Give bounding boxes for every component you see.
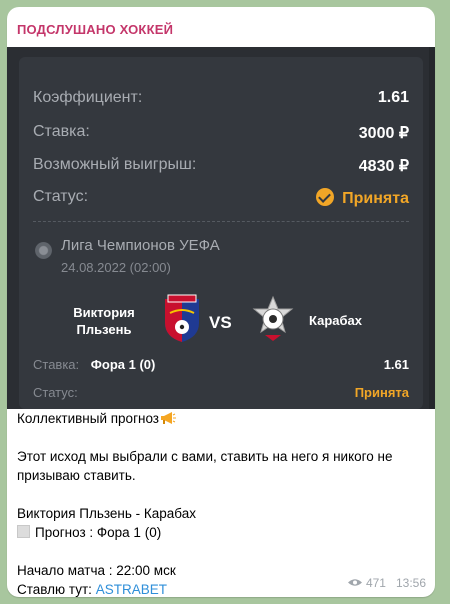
bet-odd: 1.61: [383, 357, 409, 372]
text-line-4: Виктория Пльзень - Карабах: [17, 506, 196, 521]
payout-value: 4830 ₽: [358, 158, 409, 175]
channel-name[interactable]: ПОДСЛУШАНО ХОККЕЙ: [17, 22, 173, 37]
team1-name: Виктория Пльзень: [73, 305, 135, 337]
text-line-5: Прогноз : Фора 1 (0): [35, 525, 162, 540]
text-gap: [17, 428, 427, 447]
astrabet-link[interactable]: ASTRABET: [96, 582, 167, 597]
bet-value: Фора 1 (0): [90, 357, 156, 372]
bet-status-value: Принята: [354, 385, 409, 400]
eye-icon: [347, 579, 362, 586]
viktoria-plzen-crest-icon: [165, 294, 199, 342]
views-count: 471: [365, 576, 386, 590]
image-edge: [429, 47, 435, 409]
payout-label: Возможный выигрыш:: [33, 156, 197, 173]
bet-status-label: Статус:: [33, 385, 78, 400]
text-line-1: Коллективный прогноз: [17, 411, 159, 426]
bet-row: Ставка: Фора 1 (0) 1.61: [33, 357, 409, 377]
odds-label: Коэффициент:: [33, 89, 143, 106]
stake-label: Ставка:: [33, 123, 90, 140]
text-line-7-prefix: Ставлю тут:: [17, 582, 96, 597]
qarabag-crest-icon: [252, 295, 294, 341]
text-line: Коллективный прогноз: [17, 409, 427, 428]
stake-row: Ставка: 3000 ₽: [33, 123, 409, 145]
match-date: 24.08.2022 (02:00): [61, 260, 171, 275]
vs-label: VS: [209, 313, 232, 332]
message-bubble[interactable]: ПОДСЛУШАНО ХОККЕЙ Коэффициент: 1.61 Став…: [7, 7, 435, 597]
bet-slip-image[interactable]: Коэффициент: 1.61 Ставка: 3000 ₽ Возможн…: [7, 47, 435, 409]
text-gap: [17, 485, 427, 504]
message-meta: 471 13:56: [347, 576, 426, 590]
bet-status-row: Статус: Принята: [33, 385, 409, 405]
megaphone-icon: [161, 412, 176, 424]
text-line-2: Этот исход мы выбрали с вами, ставить на…: [17, 449, 393, 464]
text-line-3: призываю ставить.: [17, 468, 136, 483]
text-line-5-wrap: Прогноз : Фора 1 (0): [17, 523, 427, 542]
status-value: Принята: [342, 190, 409, 207]
divider: [33, 221, 409, 222]
league-name: Лига Чемпионов УЕФА: [61, 237, 220, 254]
message-time: 13:56: [395, 576, 426, 590]
checkbox-icon: [17, 525, 30, 538]
league-ball-icon: [35, 242, 52, 259]
check-circle-icon: [316, 188, 335, 206]
status-value-wrap: Принята: [316, 188, 409, 208]
status-row: Статус: Принята: [33, 188, 409, 210]
bet-label: Ставка:: [33, 357, 80, 372]
stake-value: 3000 ₽: [358, 125, 409, 142]
team2-name: Карабах: [309, 313, 362, 328]
text-gap: [17, 542, 427, 561]
odds-value: 1.61: [377, 89, 409, 106]
message-text: Коллективный прогноз Этот исход мы выбра…: [17, 409, 427, 597]
status-label: Статус:: [33, 188, 89, 205]
payout-row: Возможный выигрыш: 4830 ₽: [33, 156, 409, 178]
bet-slip-card: Коэффициент: 1.61 Ставка: 3000 ₽ Возможн…: [19, 57, 423, 409]
odds-row: Коэффициент: 1.61: [33, 89, 409, 111]
